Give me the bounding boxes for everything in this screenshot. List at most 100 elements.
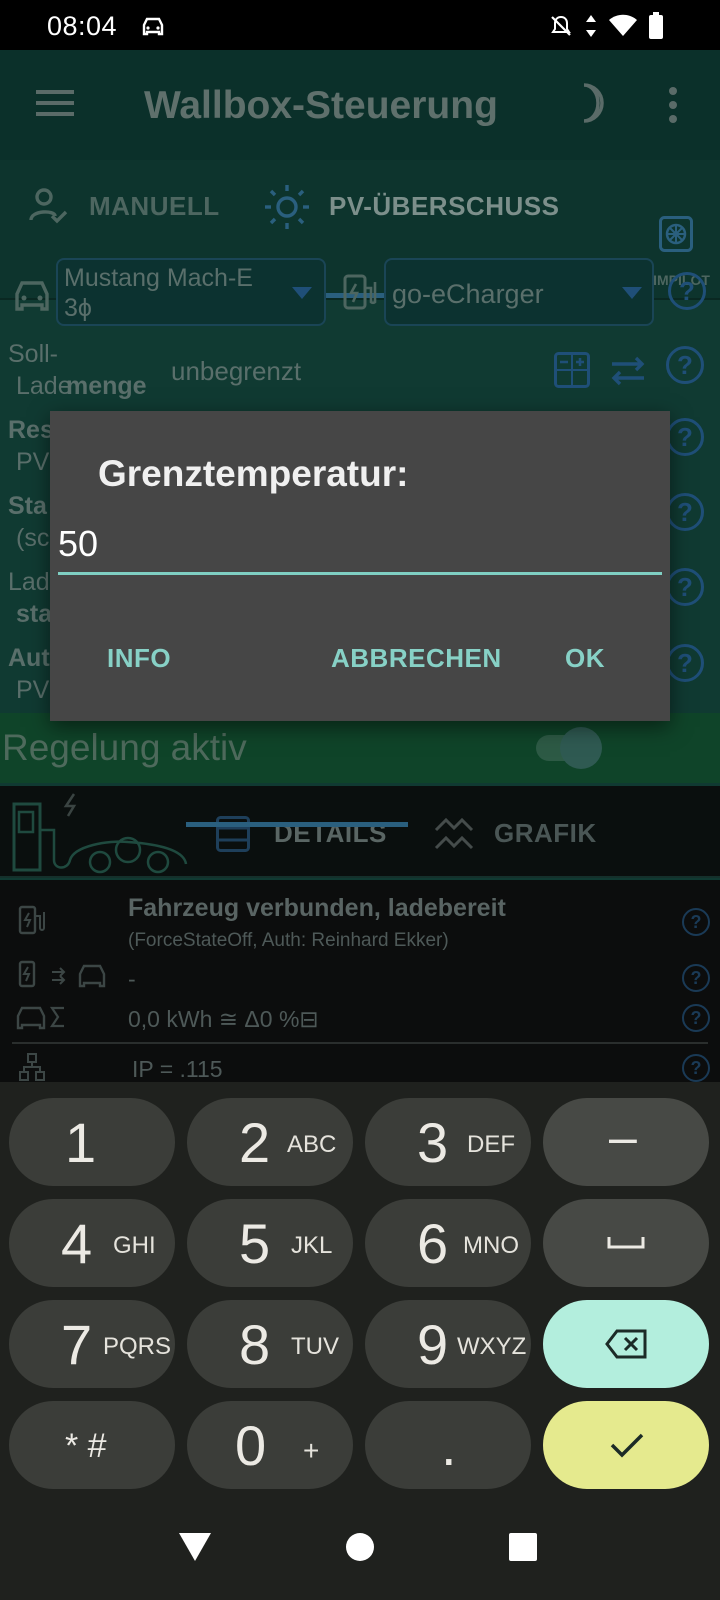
key-space[interactable] — [543, 1199, 709, 1287]
key-letters: + — [303, 1435, 320, 1466]
sub-tabs: DETAILS GRAFIK — [0, 786, 720, 878]
key-2[interactable]: 2 ABC — [187, 1098, 353, 1186]
help-icon[interactable]: ? — [666, 493, 704, 531]
flow-value: - — [128, 966, 136, 992]
key-digit: 7 — [61, 1313, 93, 1376]
key-symbol: . — [441, 1414, 457, 1477]
key-1[interactable]: 1 — [9, 1098, 175, 1186]
tab-pv-ueberschuss[interactable]: PV-ÜBERSCHUSS — [329, 191, 559, 222]
key-8[interactable]: 8 TUV — [187, 1300, 353, 1388]
key-star-hash[interactable]: * # — [9, 1401, 175, 1489]
help-icon[interactable]: ? — [666, 568, 704, 606]
key-digit: 6 — [417, 1212, 449, 1275]
status-time: 08:04 — [47, 11, 118, 41]
recents-icon[interactable] — [508, 1532, 538, 1567]
ohmpilot-icon[interactable] — [659, 216, 693, 257]
help-icon[interactable]: ? — [666, 644, 704, 682]
key-digit: 5 — [239, 1212, 271, 1275]
navigation-bar — [0, 1504, 720, 1600]
cancel-button[interactable]: ABBRECHEN — [331, 643, 502, 674]
ok-button[interactable]: OK — [565, 643, 605, 674]
key-0[interactable]: 0 + — [187, 1401, 353, 1489]
checkmark-icon — [609, 1431, 645, 1464]
chevron-down-icon — [292, 286, 312, 304]
details-panel: Fahrzeug verbunden, ladebereit (ForceSta… — [0, 880, 720, 1082]
key-letters: DEF — [467, 1131, 515, 1158]
charger-icon — [342, 272, 378, 317]
tab-grafik[interactable]: GRAFIK — [494, 818, 597, 849]
calculator-icon[interactable] — [554, 352, 590, 393]
key-done[interactable] — [543, 1401, 709, 1489]
row-lad-label: Lad — [8, 568, 50, 596]
key-5[interactable]: 5 JKL — [187, 1199, 353, 1287]
key-letters: GHI — [113, 1232, 156, 1259]
key-letters: ABC — [287, 1131, 337, 1158]
key-dot[interactable]: . — [365, 1401, 531, 1489]
key-letters: WXYZ — [457, 1333, 527, 1360]
key-9[interactable]: 9 WXYZ — [365, 1300, 531, 1388]
dark-mode-icon[interactable] — [574, 82, 610, 129]
info-button[interactable]: INFO — [107, 643, 171, 674]
menu-icon[interactable] — [36, 88, 74, 123]
soll-label-2b: menge — [66, 372, 147, 400]
help-icon[interactable]: ? — [666, 418, 704, 456]
key-symbol: * # — [65, 1427, 107, 1465]
row-sta-sub: (sc — [16, 524, 50, 552]
chevron-down-icon — [622, 286, 642, 304]
help-icon[interactable]: ? — [682, 1004, 710, 1032]
key-letters: TUV — [291, 1333, 339, 1360]
home-icon[interactable] — [345, 1532, 375, 1567]
control-active-toggle[interactable] — [536, 727, 602, 769]
key-7[interactable]: 7 PQRS — [9, 1300, 175, 1388]
soll-label-1: Soll- — [8, 340, 59, 368]
help-icon[interactable]: ? — [682, 908, 710, 936]
status-subtitle: (ForceStateOff, Auth: Reinhard Ekker) — [128, 930, 449, 951]
key-backspace[interactable] — [543, 1300, 709, 1388]
key-letters: PQRS — [103, 1333, 172, 1360]
key-digit: 4 — [61, 1212, 93, 1275]
row-res-label: Res — [8, 416, 54, 444]
key-4[interactable]: 4 GHI — [9, 1199, 175, 1287]
active-subtab-indicator — [186, 822, 408, 827]
battery-icon — [648, 12, 664, 45]
back-icon[interactable] — [178, 1532, 212, 1567]
key-letters: MNO — [463, 1232, 519, 1259]
help-icon[interactable]: ? — [668, 272, 706, 310]
charger-select[interactable]: go-eCharger — [384, 258, 654, 326]
vehicle-select[interactable]: Mustang Mach-E 3ϕ — [56, 258, 326, 326]
charging-illustration-icon — [8, 790, 188, 881]
overflow-menu-icon[interactable] — [668, 86, 678, 129]
energy-value: 0,0 kWh ≅ Δ0 %⊟ — [128, 1006, 319, 1032]
network-icon — [18, 1052, 46, 1082]
tab-manuell[interactable]: MANUELL — [89, 191, 220, 222]
ip-value: IP = .115 — [132, 1056, 223, 1082]
car-energy-sum-icon — [16, 1002, 72, 1037]
app-title: Wallbox-Steuerung — [144, 84, 498, 127]
row-aut-label: Aut — [8, 644, 50, 672]
help-icon[interactable]: ? — [682, 964, 710, 992]
row-lad-sub: sta — [16, 600, 53, 628]
sun-icon — [264, 184, 310, 235]
manual-user-icon — [28, 186, 68, 231]
swap-arrows-icon[interactable] — [608, 354, 648, 393]
key-digit: 0 — [235, 1414, 267, 1477]
vehicle-phases: 3ϕ — [64, 294, 92, 322]
key-digit: 8 — [239, 1313, 271, 1376]
chart-icon — [434, 816, 474, 857]
key-6[interactable]: 6 MNO — [365, 1199, 531, 1287]
vehicle-icon — [12, 278, 52, 319]
data-arrows-icon — [584, 13, 598, 44]
vehicle-name: Mustang Mach-E — [64, 264, 253, 292]
temperature-input[interactable] — [58, 515, 662, 575]
soll-label-2a: Lade — [16, 372, 72, 400]
key-3[interactable]: 3 DEF — [365, 1098, 531, 1186]
wifi-icon — [608, 14, 638, 43]
help-icon[interactable]: ? — [666, 346, 704, 384]
charger-name: go-eCharger — [392, 279, 544, 309]
backspace-icon — [605, 1328, 649, 1365]
key-minus[interactable]: – — [543, 1098, 709, 1186]
help-icon[interactable]: ? — [682, 1054, 710, 1082]
row-sta-label: Sta — [8, 492, 47, 520]
row-res-sub: PV — [16, 448, 50, 476]
key-symbol: – — [609, 1109, 637, 1165]
